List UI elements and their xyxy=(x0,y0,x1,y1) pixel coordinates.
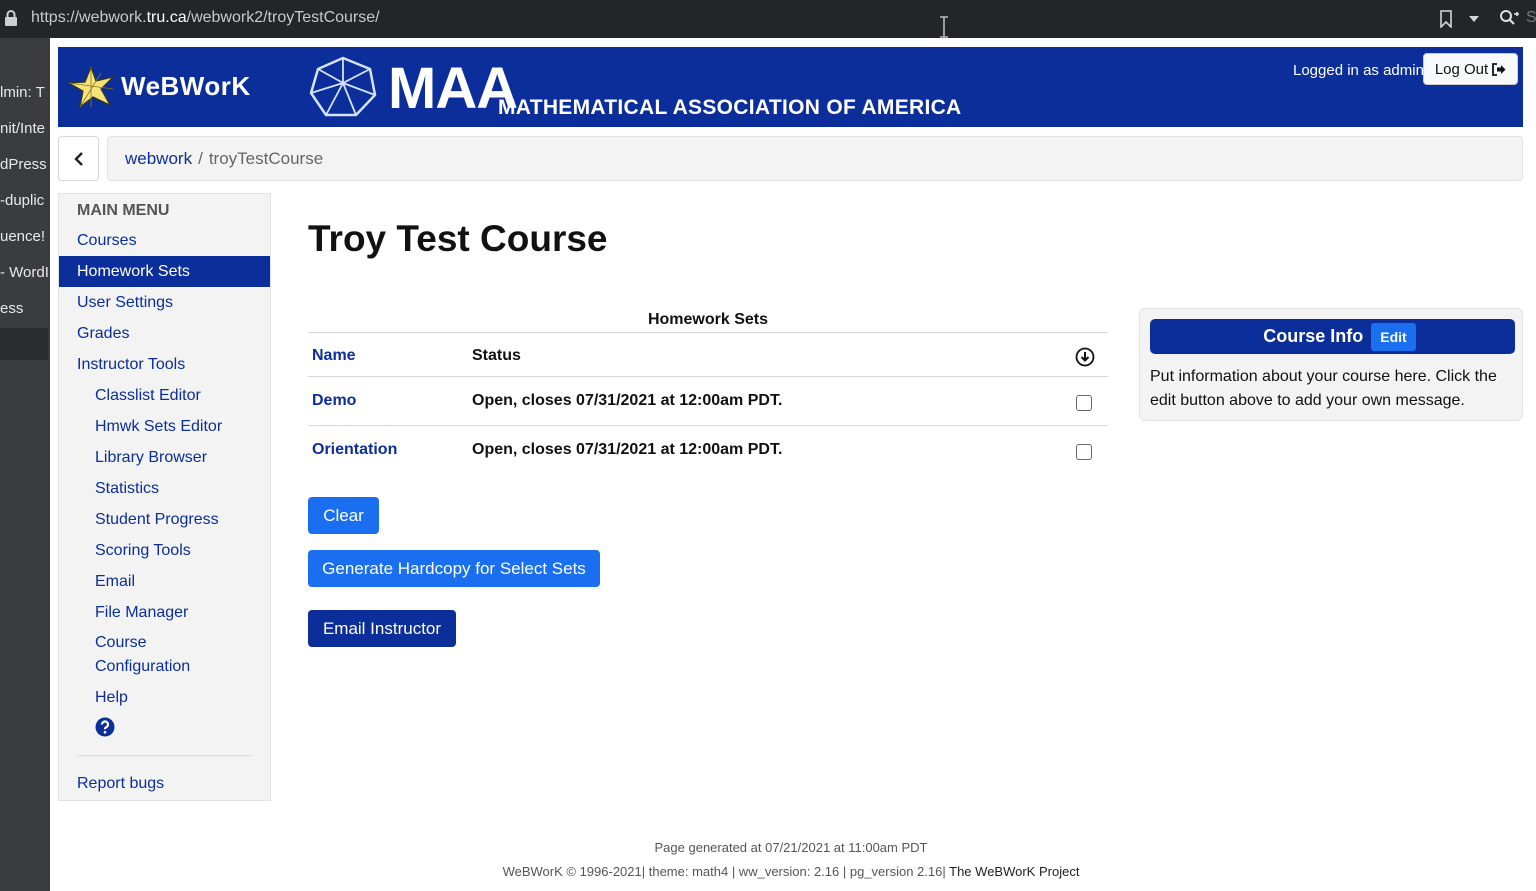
browser-url-bar: https://webwork.tru.ca/webwork2/troyTest… xyxy=(0,0,1536,38)
menu-item-classlist-editor[interactable]: Classlist Editor xyxy=(59,380,270,411)
footer-versions: WeBWorK © 1996-2021| theme: math4 | ww_v… xyxy=(0,864,1536,879)
homework-sets-caption: Homework Sets xyxy=(647,311,769,328)
maa-subtitle: MATHEMATICAL ASSOCIATION OF AMERICA xyxy=(498,96,962,119)
page-title: Troy Test Course xyxy=(308,218,608,259)
menu-item-email[interactable]: Email xyxy=(59,566,270,597)
homework-set-link[interactable]: Demo xyxy=(312,392,356,410)
table-header-row: Name Status xyxy=(308,332,1108,377)
column-header-name[interactable]: Name xyxy=(312,347,356,365)
browser-tab[interactable]: - WordI xyxy=(0,258,48,288)
menu-divider xyxy=(77,755,252,756)
menu-item-course-configuration[interactable]: Course Configuration xyxy=(95,631,190,679)
logout-button[interactable]: Log Out xyxy=(1423,53,1518,85)
bookmark-icon[interactable] xyxy=(1439,10,1453,28)
url-field[interactable]: https://webwork.tru.ca/webwork2/troyTest… xyxy=(31,9,380,27)
webwork-project-link[interactable]: The WeBWorK Project xyxy=(949,864,1079,879)
site-header: WeBWorK MAA MATHEMATICAL ASSOCIATION OF … xyxy=(58,47,1523,127)
question-circle-icon[interactable] xyxy=(95,717,115,737)
sidebar-toggle-button[interactable] xyxy=(58,136,99,181)
menu-item-course-configuration-line2: Configuration xyxy=(95,658,191,675)
select-set-checkbox[interactable] xyxy=(1076,444,1092,460)
webwork-logo[interactable]: WeBWorK xyxy=(58,47,272,127)
email-instructor-button[interactable]: Email Instructor xyxy=(308,610,456,647)
browser-tab[interactable]: uence! xyxy=(0,222,48,252)
logout-label: Log Out xyxy=(1434,60,1489,78)
text-cursor-icon xyxy=(940,16,948,38)
breadcrumb: webwork / troyTestCourse xyxy=(107,136,1523,181)
logged-in-text: Logged in as admin. xyxy=(1293,62,1429,79)
menu-item-user-settings[interactable]: User Settings xyxy=(59,287,270,318)
download-circle-icon[interactable] xyxy=(1075,347,1095,367)
main-menu: MAIN MENU Courses Homework Sets User Set… xyxy=(58,193,271,801)
homework-set-status: Open, closes 07/31/2021 at 12:00am PDT. xyxy=(472,392,783,409)
menu-item-statistics[interactable]: Statistics xyxy=(59,473,270,504)
course-info-panel: Course Info Edit Put information about y… xyxy=(1139,308,1523,421)
menu-item-course-configuration-line1: Course xyxy=(95,634,147,651)
menu-item-hmwk-sets-editor[interactable]: Hmwk Sets Editor xyxy=(59,411,270,442)
generate-hardcopy-button[interactable]: Generate Hardcopy for Select Sets xyxy=(308,550,600,587)
homework-set-link[interactable]: Orientation xyxy=(312,441,397,459)
clear-button[interactable]: Clear xyxy=(308,497,379,534)
browser-tab-sidebar: lmin: T nit/Inte dPress -duplic uence! -… xyxy=(0,38,50,891)
course-info-title: Course Info xyxy=(1263,326,1364,346)
footer-version-text: WeBWorK © 1996-2021| theme: math4 | ww_v… xyxy=(502,864,946,879)
menu-item-library-browser[interactable]: Library Browser xyxy=(59,442,270,473)
column-header-status: Status xyxy=(472,347,521,364)
homework-set-status: Open, closes 07/31/2021 at 12:00am PDT. xyxy=(472,441,783,458)
webwork-star-icon xyxy=(66,65,115,109)
browser-tab[interactable]: -duplic xyxy=(0,186,48,216)
course-info-header: Course Info Edit xyxy=(1150,319,1515,354)
breadcrumb-separator: / xyxy=(198,149,203,168)
menu-item-homework-sets[interactable]: Homework Sets xyxy=(59,256,270,287)
lock-icon xyxy=(5,10,17,26)
table-row: Demo Open, closes 07/31/2021 at 12:00am … xyxy=(308,376,1108,426)
sign-out-icon xyxy=(1492,62,1506,76)
menu-item-file-manager[interactable]: File Manager xyxy=(59,597,270,628)
search-shortcut-text: S xyxy=(1526,9,1536,26)
breadcrumb-root-link[interactable]: webwork xyxy=(125,149,192,168)
webwork-logo-text: WeBWorK xyxy=(121,71,251,101)
browser-tab[interactable]: lmin: T xyxy=(0,78,48,108)
course-info-text: Put information about your course here. … xyxy=(1150,368,1497,409)
menu-item-grades[interactable]: Grades xyxy=(59,318,270,349)
browser-tab[interactable]: ess xyxy=(0,294,48,324)
menu-item-report-bugs[interactable]: Report bugs xyxy=(59,768,270,799)
menu-item-scoring-tools[interactable]: Scoring Tools xyxy=(59,535,270,566)
search-key-icon[interactable] xyxy=(1499,8,1521,28)
select-set-checkbox[interactable] xyxy=(1076,395,1092,411)
browser-tab[interactable]: dPress xyxy=(0,150,48,180)
menu-item-help[interactable]: Help xyxy=(59,682,270,713)
breadcrumb-current: troyTestCourse xyxy=(208,149,324,168)
browser-tab[interactable]: nit/Inte xyxy=(0,114,48,144)
menu-item-courses[interactable]: Courses xyxy=(59,225,270,256)
footer-generated: Page generated at 07/21/2021 at 11:00am … xyxy=(654,840,928,855)
menu-item-instructor-tools[interactable]: Instructor Tools xyxy=(59,349,270,380)
dropdown-caret-icon[interactable] xyxy=(1468,14,1480,24)
browser-tab-active[interactable] xyxy=(0,328,48,360)
maa-polyhedron-icon xyxy=(309,56,377,117)
table-row: Orientation Open, closes 07/31/2021 at 1… xyxy=(308,425,1108,475)
course-info-edit-button[interactable]: Edit xyxy=(1371,322,1416,351)
main-menu-title: MAIN MENU xyxy=(77,202,170,219)
chevron-left-icon xyxy=(73,151,83,166)
menu-item-student-progress[interactable]: Student Progress xyxy=(59,504,270,535)
